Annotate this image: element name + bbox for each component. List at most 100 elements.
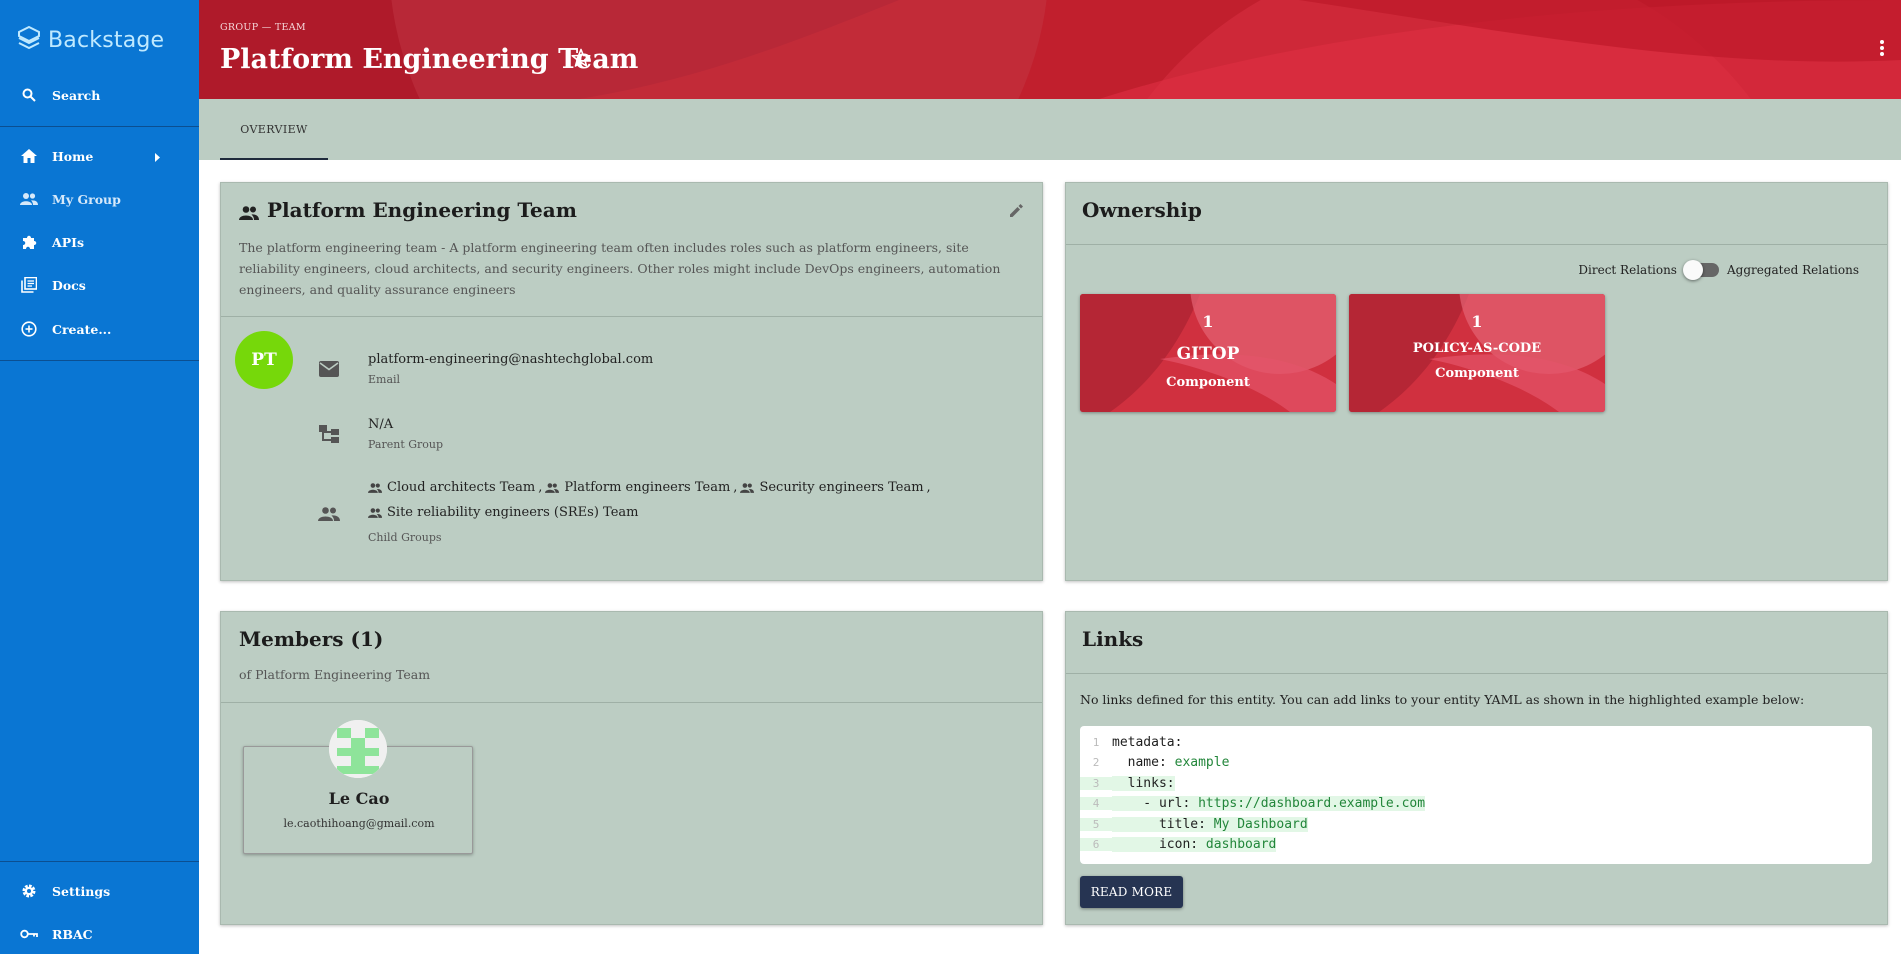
group-icon bbox=[368, 507, 384, 519]
toggle-label-direct: Direct Relations bbox=[1578, 263, 1677, 277]
child-groups-row-1: Cloud architects Team, Platform engineer… bbox=[368, 480, 931, 495]
parent-group-label: Parent Group bbox=[368, 438, 444, 451]
sidebar-item-label: Home bbox=[52, 148, 94, 164]
child-groups-label: Child Groups bbox=[368, 531, 442, 544]
email-label: Email bbox=[368, 373, 401, 386]
member-name[interactable]: Le Cao bbox=[244, 789, 474, 808]
tab-indicator bbox=[220, 158, 328, 160]
child-groups-row-2: Site reliability engineers (SREs) Team bbox=[368, 505, 638, 520]
brand-name: Backstage bbox=[48, 27, 165, 53]
people-icon bbox=[20, 190, 38, 208]
tab-overview[interactable]: OVERVIEW bbox=[220, 99, 328, 160]
code-line-highlighted: 3 links: bbox=[1080, 773, 1872, 794]
library-icon bbox=[20, 276, 38, 294]
ownership-card-gitop[interactable]: 1 GITOP Component bbox=[1080, 294, 1336, 412]
group-icon bbox=[740, 482, 756, 494]
edit-icon[interactable] bbox=[1008, 203, 1024, 223]
card-divider bbox=[221, 702, 1042, 703]
group-icon bbox=[545, 482, 561, 494]
email-icon bbox=[317, 357, 341, 381]
page-header: GROUP — TEAM Platform Engineering Team bbox=[199, 0, 1901, 99]
links-card: Links No links defined for this entity. … bbox=[1065, 611, 1888, 925]
sidebar-item-create[interactable]: Create... bbox=[0, 311, 199, 347]
sidebar-divider bbox=[0, 126, 199, 127]
sidebar-divider bbox=[0, 360, 199, 361]
code-value: https://dashboard.example.com bbox=[1198, 796, 1426, 812]
separator: , bbox=[926, 480, 931, 495]
code-key: icon: bbox=[1112, 837, 1206, 853]
members-card: Members (1) of Platform Engineering Team… bbox=[220, 611, 1043, 925]
owned-type: Component bbox=[1435, 366, 1519, 381]
ownership-card: Ownership Direct Relations Aggregated Re… bbox=[1065, 182, 1888, 581]
code-line-highlighted: 6 icon: dashboard bbox=[1080, 835, 1872, 856]
search-icon bbox=[20, 86, 38, 104]
breadcrumb[interactable]: GROUP — TEAM bbox=[220, 22, 306, 33]
code-key: title: bbox=[1112, 816, 1214, 832]
code-value: My Dashboard bbox=[1213, 816, 1308, 832]
ownership-title: Ownership bbox=[1082, 198, 1202, 222]
sidebar-search-label: Search bbox=[52, 87, 101, 103]
links-empty-note: No links defined for this entity. You ca… bbox=[1080, 692, 1805, 707]
sidebar-item-label: Create... bbox=[52, 321, 112, 337]
read-more-button[interactable]: READ MORE bbox=[1080, 876, 1183, 908]
backstage-logo-icon bbox=[18, 25, 40, 54]
gear-icon bbox=[20, 882, 38, 900]
group-email[interactable]: platform-engineering@nashtechglobal.com bbox=[368, 352, 653, 367]
sidebar-item-label: APIs bbox=[52, 234, 84, 250]
parent-group-icon bbox=[317, 422, 341, 446]
child-group-link[interactable]: Platform engineers Team bbox=[564, 480, 730, 495]
sidebar-item-docs[interactable]: Docs bbox=[0, 267, 199, 303]
card-divider bbox=[1066, 244, 1887, 245]
sidebar-item-home[interactable]: Home bbox=[0, 138, 199, 174]
sidebar-item-rbac[interactable]: RBAC bbox=[0, 916, 199, 952]
code-key: links: bbox=[1112, 775, 1175, 791]
relations-toggle-row: Direct Relations Aggregated Relations bbox=[1578, 260, 1859, 280]
links-title: Links bbox=[1082, 627, 1144, 651]
member-email: le.caothihoang@gmail.com bbox=[283, 817, 435, 830]
members-subtitle: of Platform Engineering Team bbox=[239, 667, 431, 682]
line-number: 3 bbox=[1080, 776, 1112, 790]
relations-toggle[interactable] bbox=[1682, 260, 1719, 280]
group-avatar: PT bbox=[235, 331, 293, 389]
backstage-logo[interactable]: Backstage bbox=[18, 25, 165, 54]
members-title: Members (1) bbox=[239, 627, 384, 651]
line-number: 4 bbox=[1080, 797, 1112, 811]
tab-bar: OVERVIEW bbox=[199, 99, 1901, 160]
member-avatar bbox=[329, 720, 387, 778]
ownership-card-policy-as-code[interactable]: 1 POLICY-AS-CODE Component bbox=[1349, 294, 1605, 412]
line-number: 2 bbox=[1092, 756, 1100, 770]
more-vert-icon[interactable] bbox=[1880, 40, 1884, 60]
sidebar-item-label: My Group bbox=[52, 191, 121, 207]
sidebar-search[interactable]: Search bbox=[0, 77, 199, 113]
code-key: - url: bbox=[1112, 796, 1199, 812]
code-key: name: bbox=[1112, 755, 1175, 771]
code-value: example bbox=[1174, 755, 1230, 771]
add-circle-icon bbox=[20, 320, 38, 338]
key-icon bbox=[20, 925, 38, 943]
separator: , bbox=[733, 480, 738, 495]
sidebar: Backstage Search Home My Group APIs Docs bbox=[0, 0, 199, 954]
star-icon[interactable] bbox=[571, 48, 591, 72]
owned-count: 1 bbox=[1202, 312, 1214, 331]
owned-count: 1 bbox=[1471, 312, 1483, 331]
chevron-right-icon bbox=[155, 150, 161, 165]
code-line-highlighted: 5 title: My Dashboard bbox=[1080, 814, 1872, 835]
child-group-link[interactable]: Security engineers Team bbox=[759, 480, 923, 495]
group-card-title: Platform Engineering Team bbox=[267, 198, 577, 222]
yaml-code-example: 1 metadata: 2 name: example 3 links: 4 - … bbox=[1080, 726, 1872, 864]
puzzle-icon bbox=[20, 233, 38, 251]
group-icon bbox=[239, 205, 259, 224]
child-group-link[interactable]: Cloud architects Team bbox=[387, 480, 535, 495]
parent-group-value: N/A bbox=[368, 417, 394, 432]
code-key: metadata: bbox=[1112, 734, 1183, 750]
sidebar-item-settings[interactable]: Settings bbox=[0, 873, 199, 909]
child-group-link[interactable]: Site reliability engineers (SREs) Team bbox=[387, 505, 638, 520]
line-number: 6 bbox=[1080, 838, 1112, 852]
owned-kind-name: POLICY-AS-CODE bbox=[1412, 341, 1542, 356]
sidebar-item-label: Settings bbox=[52, 883, 111, 899]
sidebar-item-my-group[interactable]: My Group bbox=[0, 181, 199, 217]
owned-type: Component bbox=[1166, 375, 1250, 390]
group-profile-card: Platform Engineering Team The platform e… bbox=[220, 182, 1043, 581]
sidebar-item-apis[interactable]: APIs bbox=[0, 224, 199, 260]
owned-kind-name: GITOP bbox=[1176, 344, 1240, 364]
